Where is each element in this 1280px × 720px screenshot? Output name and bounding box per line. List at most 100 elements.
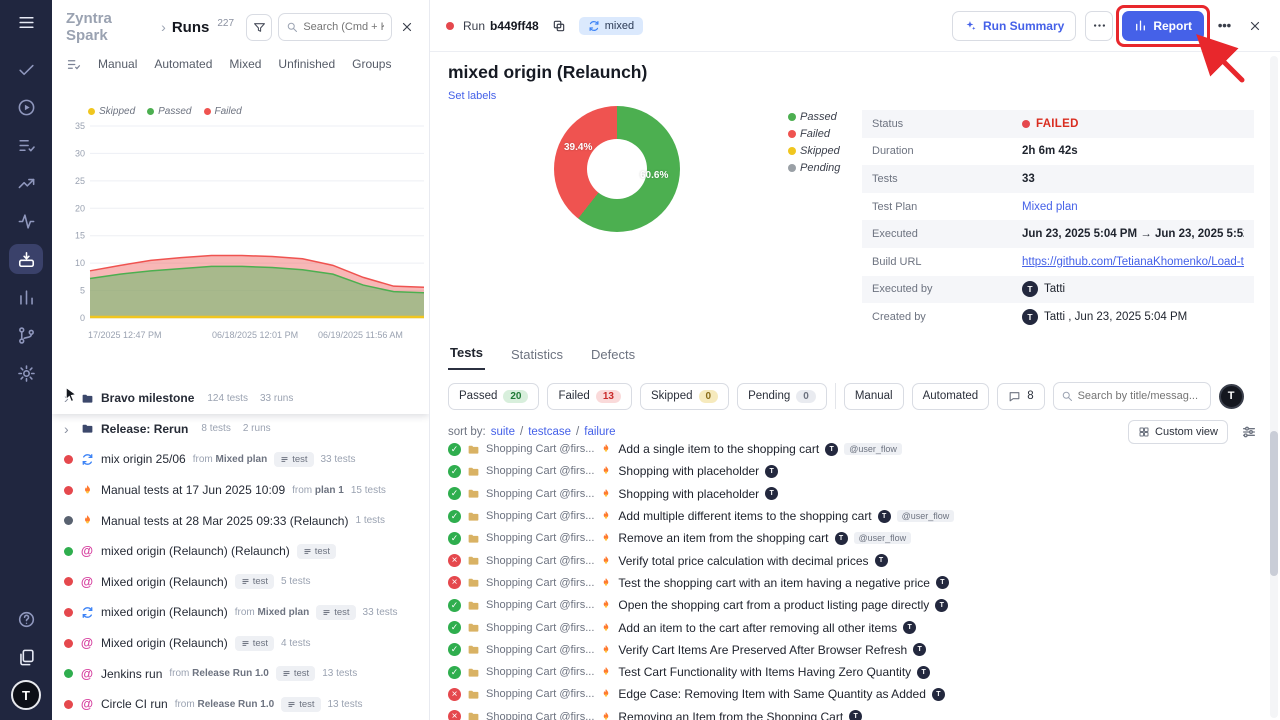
run-list-item[interactable]: @Mixed origin (Relaunch)test5 tests bbox=[52, 567, 429, 598]
test-suite[interactable]: Shopping Cart @firs... bbox=[486, 666, 594, 678]
test-title[interactable]: Open the shopping cart from a product li… bbox=[618, 598, 929, 612]
test-suite[interactable]: Shopping Cart @firs... bbox=[486, 532, 594, 544]
run-group-row[interactable]: ›Bravo milestone124 tests33 runs bbox=[52, 383, 429, 414]
test-suite[interactable]: Shopping Cart @firs... bbox=[486, 488, 594, 500]
tab-automated[interactable]: Automated bbox=[154, 57, 212, 71]
run-list-item[interactable]: @Circle CI runfrom Release Run 1.0test13… bbox=[52, 689, 429, 720]
report-button[interactable]: Report bbox=[1122, 11, 1204, 41]
runs-search[interactable] bbox=[278, 13, 391, 41]
test-row[interactable]: ✓Shopping Cart @firs...Remove an item fr… bbox=[430, 527, 1266, 549]
test-suite[interactable]: Shopping Cart @firs... bbox=[486, 688, 594, 700]
tab-manual[interactable]: Manual bbox=[98, 57, 137, 71]
test-row[interactable]: ✓Shopping Cart @firs...Shopping with pla… bbox=[430, 483, 1266, 505]
test-title[interactable]: Add a single item to the shopping cart bbox=[618, 442, 819, 456]
build-url-link[interactable]: https://github.com/TetianaKhomenko/Load-… bbox=[1022, 256, 1244, 268]
test-suite[interactable]: Shopping Cart @firs... bbox=[486, 510, 594, 522]
test-title[interactable]: Shopping with placeholder bbox=[618, 487, 759, 501]
tab-tests[interactable]: Tests bbox=[448, 345, 485, 370]
user-avatar[interactable]: T bbox=[11, 680, 41, 710]
run-summary-button[interactable]: Run Summary bbox=[952, 11, 1076, 41]
run-list-item[interactable]: mix origin 25/06from Mixed plantest33 te… bbox=[52, 444, 429, 475]
test-suite[interactable]: Shopping Cart @firs... bbox=[486, 555, 594, 567]
tests-search-input[interactable] bbox=[1078, 390, 1203, 402]
import-icon[interactable] bbox=[9, 244, 43, 274]
copy-icon[interactable] bbox=[548, 15, 570, 37]
test-row[interactable]: ×Shopping Cart @firs...Edge Case: Removi… bbox=[430, 683, 1266, 705]
help-icon[interactable] bbox=[9, 604, 43, 634]
sort-testcase-link[interactable]: testcase bbox=[528, 426, 571, 438]
run-list-item[interactable]: Manual tests at 28 Mar 2025 09:33 (Relau… bbox=[52, 505, 429, 536]
test-title[interactable]: Removing an Item from the Shopping Cart bbox=[618, 710, 843, 720]
branches-icon[interactable] bbox=[9, 320, 43, 350]
filter-automated[interactable]: Automated bbox=[912, 383, 990, 410]
run-list-item[interactable]: Manual tests at 17 Jun 2025 10:09from pl… bbox=[52, 475, 429, 506]
filter-failed[interactable]: Failed13 bbox=[547, 383, 631, 410]
reports-icon[interactable] bbox=[9, 282, 43, 312]
run-list-item[interactable]: @mixed origin (Relaunch) (Relaunch)test bbox=[52, 536, 429, 567]
docs-icon[interactable] bbox=[9, 642, 43, 672]
close-panel-icon[interactable] bbox=[398, 17, 417, 37]
test-row[interactable]: ×Shopping Cart @firs...Removing an Item … bbox=[430, 706, 1266, 720]
test-title[interactable]: Add multiple different items to the shop… bbox=[618, 509, 871, 523]
test-suite[interactable]: Shopping Cart @firs... bbox=[486, 443, 594, 455]
set-labels-link[interactable]: Set labels bbox=[448, 90, 496, 102]
scrollbar-thumb[interactable] bbox=[1270, 431, 1278, 576]
test-title[interactable]: Test Cart Functionality with Items Havin… bbox=[618, 665, 911, 679]
test-row[interactable]: ✓Shopping Cart @firs...Add an item to th… bbox=[430, 616, 1266, 638]
test-row[interactable]: ✓Shopping Cart @firs...Verify Cart Items… bbox=[430, 639, 1266, 661]
run-list-item[interactable]: @Jenkins runfrom Release Run 1.0test13 t… bbox=[52, 658, 429, 689]
test-suite[interactable]: Shopping Cart @firs... bbox=[486, 465, 594, 477]
test-title[interactable]: Test the shopping cart with an item havi… bbox=[618, 576, 930, 590]
filter-icon[interactable] bbox=[246, 14, 272, 41]
test-suite[interactable]: Shopping Cart @firs... bbox=[486, 644, 594, 656]
tab-groups[interactable]: Groups bbox=[352, 57, 391, 71]
test-suite[interactable]: Shopping Cart @firs... bbox=[486, 711, 594, 720]
test-title[interactable]: Verify total price calculation with deci… bbox=[618, 554, 868, 568]
runs-icon[interactable] bbox=[9, 92, 43, 122]
filter-manual[interactable]: Manual bbox=[844, 383, 904, 410]
test-row[interactable]: ✓Shopping Cart @firs...Open the shopping… bbox=[430, 594, 1266, 616]
tab-defects[interactable]: Defects bbox=[589, 347, 637, 370]
run-group-row[interactable]: ›Release: Rerun8 tests2 runs bbox=[52, 414, 429, 445]
chevron-right-icon[interactable]: › bbox=[64, 421, 74, 437]
filter-passed[interactable]: Passed20 bbox=[448, 383, 539, 410]
menu-icon[interactable] bbox=[9, 2, 43, 42]
test-row[interactable]: ×Shopping Cart @firs...Verify total pric… bbox=[430, 549, 1266, 571]
test-plan-link[interactable]: Mixed plan bbox=[1022, 201, 1078, 213]
test-suite[interactable]: Shopping Cart @firs... bbox=[486, 622, 594, 634]
breadcrumb-project[interactable]: Zyntra Spark bbox=[66, 10, 155, 44]
tasks-icon[interactable] bbox=[9, 54, 43, 84]
tab-mixed[interactable]: Mixed bbox=[229, 57, 261, 71]
tab-statistics[interactable]: Statistics bbox=[509, 347, 565, 370]
sort-suite-link[interactable]: suite bbox=[491, 426, 515, 438]
overflow-menu-icon[interactable] bbox=[1213, 15, 1235, 37]
test-suite[interactable]: Shopping Cart @firs... bbox=[486, 577, 594, 589]
filter-skipped[interactable]: Skipped0 bbox=[640, 383, 729, 410]
scrollbar[interactable] bbox=[1270, 56, 1278, 718]
runs-search-input[interactable] bbox=[303, 21, 383, 33]
activity-icon[interactable] bbox=[9, 206, 43, 236]
run-list-item[interactable]: @Mixed origin (Relaunch)test4 tests bbox=[52, 628, 429, 659]
assignee-avatar[interactable]: T bbox=[1219, 384, 1244, 409]
comments-filter[interactable]: 8 bbox=[997, 383, 1044, 410]
sort-failure-link[interactable]: failure bbox=[584, 426, 615, 438]
test-suite[interactable]: Shopping Cart @firs... bbox=[486, 599, 594, 611]
test-row[interactable]: ✓Shopping Cart @firs...Add a single item… bbox=[430, 438, 1266, 460]
test-row[interactable]: ✓Shopping Cart @firs...Shopping with pla… bbox=[430, 460, 1266, 482]
tab-unfinished[interactable]: Unfinished bbox=[278, 57, 335, 71]
test-title[interactable]: Verify Cart Items Are Preserved After Br… bbox=[618, 643, 907, 657]
tests-search[interactable] bbox=[1053, 382, 1211, 410]
test-row[interactable]: ✓Shopping Cart @firs...Add multiple diff… bbox=[430, 505, 1266, 527]
test-row[interactable]: ×Shopping Cart @firs...Test the shopping… bbox=[430, 572, 1266, 594]
trends-icon[interactable] bbox=[9, 168, 43, 198]
test-title[interactable]: Shopping with placeholder bbox=[618, 464, 759, 478]
run-list-item[interactable]: mixed origin (Relaunch)from Mixed plante… bbox=[52, 597, 429, 628]
test-row[interactable]: ✓Shopping Cart @firs...Test Cart Functio… bbox=[430, 661, 1266, 683]
settings-icon[interactable] bbox=[9, 358, 43, 388]
close-icon[interactable] bbox=[1244, 15, 1266, 37]
checklist-icon[interactable] bbox=[9, 130, 43, 160]
test-title[interactable]: Remove an item from the shopping cart bbox=[618, 531, 828, 545]
filter-pending[interactable]: Pending0 bbox=[737, 383, 827, 410]
test-title[interactable]: Add an item to the cart after removing a… bbox=[618, 621, 897, 635]
more-actions-button[interactable] bbox=[1085, 11, 1113, 41]
